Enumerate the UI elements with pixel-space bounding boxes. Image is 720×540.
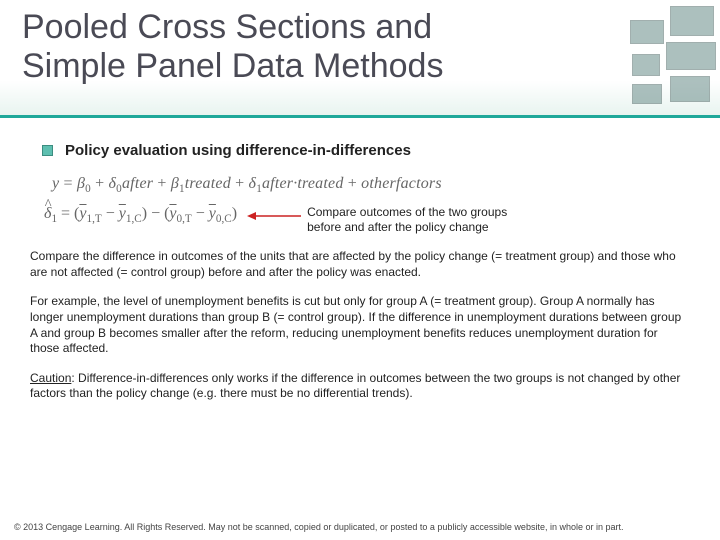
slide-header: Pooled Cross Sections and Simple Panel D… <box>0 0 720 118</box>
annotation-text: Compare outcomes of the two groups befor… <box>307 205 537 235</box>
annotation-box: Compare outcomes of the two groups befor… <box>247 205 537 235</box>
title-line-1: Pooled Cross Sections and <box>22 8 432 46</box>
caution-text: : Difference-in-differences only works i… <box>30 371 680 401</box>
paragraph-compare: Compare the difference in outcomes of th… <box>30 249 690 280</box>
slide-content: Policy evaluation using difference-in-di… <box>0 118 720 402</box>
copyright-footer: © 2013 Cengage Learning. All Rights Rese… <box>14 522 706 532</box>
delta-estimator-equation: δ1 = (y1,T − y1,C) − (y0,T − y0,C) <box>44 205 237 225</box>
arrow-left-icon <box>247 211 301 221</box>
caution-label: Caution <box>30 371 71 385</box>
regression-equation: y = β0 + δ0after + β1treated + δ1after·t… <box>52 175 690 195</box>
paragraph-caution: Caution: Difference-in-differences only … <box>30 371 690 402</box>
estimator-row: δ1 = (y1,T − y1,C) − (y0,T − y0,C) Compa… <box>44 205 690 235</box>
title-line-2: Simple Panel Data Methods <box>22 47 443 85</box>
bullet-heading-row: Policy evaluation using difference-in-di… <box>42 142 690 159</box>
bullet-heading: Policy evaluation using difference-in-di… <box>65 142 411 159</box>
header-decoration <box>580 0 720 115</box>
paragraph-example: For example, the level of unemployment b… <box>30 294 690 356</box>
bullet-icon <box>42 145 53 156</box>
